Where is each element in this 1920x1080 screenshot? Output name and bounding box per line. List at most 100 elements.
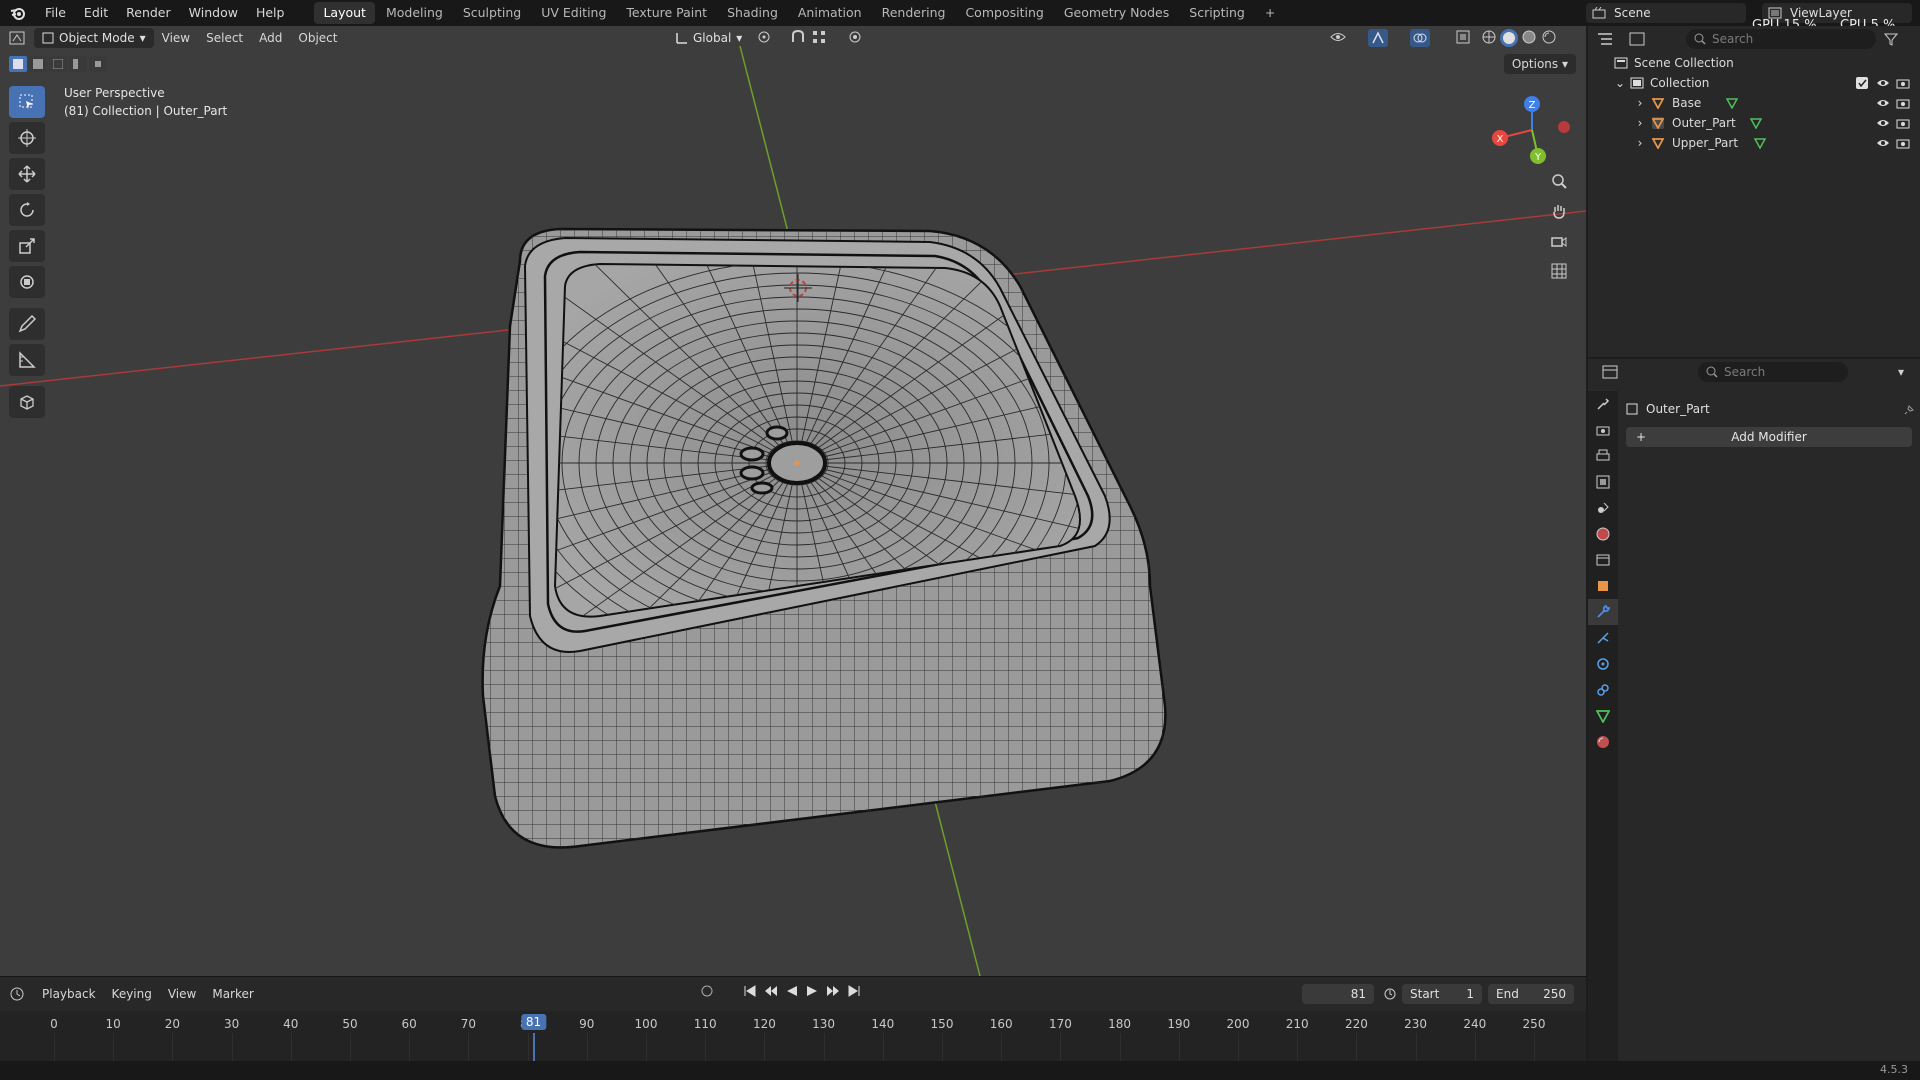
tab-modifiers[interactable] bbox=[1588, 599, 1618, 625]
tab-modeling[interactable]: Modeling bbox=[377, 2, 452, 24]
select-invert-icon[interactable] bbox=[69, 56, 87, 72]
eye-icon[interactable] bbox=[1876, 98, 1890, 108]
tab-uv-editing[interactable]: UV Editing bbox=[532, 2, 615, 24]
chevron-right-icon[interactable]: › bbox=[1634, 136, 1646, 150]
outliner-object-row[interactable]: › Base bbox=[1588, 93, 1920, 113]
menu-file[interactable]: File bbox=[36, 0, 75, 26]
snap-grid-icon[interactable] bbox=[812, 30, 826, 44]
tab-geometry-nodes[interactable]: Geometry Nodes bbox=[1055, 2, 1178, 24]
scene-collection-row[interactable]: Scene Collection bbox=[1588, 53, 1920, 73]
camera-render-icon[interactable] bbox=[1896, 117, 1910, 129]
tab-particles[interactable] bbox=[1588, 625, 1618, 651]
menu-playback[interactable]: Playback bbox=[34, 983, 104, 1005]
material-shading-icon[interactable] bbox=[1522, 30, 1536, 44]
play-icon[interactable] bbox=[806, 985, 818, 997]
overlays-toggle-icon[interactable] bbox=[1410, 29, 1430, 47]
menu-view[interactable]: View bbox=[154, 27, 198, 49]
eye-icon[interactable] bbox=[1876, 78, 1890, 88]
outer-part-mesh[interactable] bbox=[377, 163, 1217, 886]
menu-add[interactable]: Add bbox=[251, 27, 290, 49]
blender-logo-icon[interactable] bbox=[0, 0, 36, 26]
wireframe-shading-icon[interactable] bbox=[1482, 30, 1496, 44]
tab-tool[interactable] bbox=[1588, 391, 1618, 417]
play-reverse-icon[interactable] bbox=[786, 985, 798, 997]
tab-texture-paint[interactable]: Texture Paint bbox=[617, 2, 716, 24]
measure-tool[interactable] bbox=[9, 344, 45, 376]
visibility-selectability-icon[interactable] bbox=[1330, 30, 1346, 44]
mode-dropdown[interactable]: Object Mode ▾ bbox=[34, 28, 154, 48]
scene-selector[interactable]: Scene bbox=[1586, 3, 1746, 23]
tab-collection[interactable] bbox=[1588, 547, 1618, 573]
tab-world[interactable] bbox=[1588, 521, 1618, 547]
stopwatch-icon[interactable] bbox=[1383, 986, 1397, 1000]
camera-render-icon[interactable] bbox=[1896, 77, 1910, 89]
add-workspace-button[interactable]: + bbox=[1256, 2, 1284, 24]
tab-data[interactable] bbox=[1588, 703, 1618, 729]
menu-select[interactable]: Select bbox=[198, 27, 251, 49]
tab-rendering[interactable]: Rendering bbox=[873, 2, 955, 24]
menu-object[interactable]: Object bbox=[290, 27, 345, 49]
tab-sculpting[interactable]: Sculpting bbox=[454, 2, 530, 24]
tab-animation[interactable]: Animation bbox=[789, 2, 871, 24]
xray-toggle-icon[interactable] bbox=[1456, 30, 1470, 44]
menu-timeline-view[interactable]: View bbox=[160, 983, 204, 1005]
tab-view-layer[interactable] bbox=[1588, 469, 1618, 495]
playhead-frame-label[interactable]: 81 bbox=[520, 1014, 547, 1030]
next-keyframe-icon[interactable] bbox=[826, 985, 840, 997]
chevron-right-icon[interactable]: › bbox=[1634, 96, 1646, 110]
neg-x-axis-handle[interactable] bbox=[1558, 121, 1570, 133]
select-extend-icon[interactable] bbox=[29, 56, 47, 72]
start-frame-field[interactable]: Start 1 bbox=[1402, 984, 1482, 1004]
rendered-shading-icon[interactable] bbox=[1542, 30, 1556, 44]
editor-type-icon[interactable] bbox=[0, 27, 34, 49]
menu-marker[interactable]: Marker bbox=[204, 983, 261, 1005]
gizmo-toggle-icon[interactable] bbox=[1368, 29, 1388, 47]
transform-tool[interactable] bbox=[9, 266, 45, 298]
chevron-right-icon[interactable]: › bbox=[1634, 116, 1646, 130]
eye-icon[interactable] bbox=[1876, 138, 1890, 148]
tab-render[interactable] bbox=[1588, 417, 1618, 443]
snap-icon[interactable] bbox=[790, 30, 806, 44]
timeline-editor-type-icon[interactable] bbox=[0, 983, 34, 1005]
outliner-search-input[interactable]: Search bbox=[1686, 29, 1876, 49]
camera-render-icon[interactable] bbox=[1896, 137, 1910, 149]
options-dropdown[interactable]: Options ▾ bbox=[1503, 54, 1576, 74]
checkbox-icon[interactable] bbox=[1856, 77, 1868, 89]
pan-button[interactable] bbox=[1546, 198, 1572, 224]
annotate-tool[interactable] bbox=[9, 308, 45, 340]
select-box-tool[interactable] bbox=[9, 86, 45, 118]
menu-keying[interactable]: Keying bbox=[104, 983, 160, 1005]
proportional-edit-icon[interactable] bbox=[848, 30, 862, 44]
eye-icon[interactable] bbox=[1876, 118, 1890, 128]
add-modifier-button[interactable]: + Add Modifier bbox=[1626, 427, 1912, 447]
filter-icon[interactable] bbox=[1884, 32, 1898, 46]
tab-physics[interactable] bbox=[1588, 651, 1618, 677]
jump-start-icon[interactable] bbox=[744, 985, 756, 997]
move-tool[interactable] bbox=[9, 158, 45, 190]
perspective-toggle-button[interactable] bbox=[1546, 258, 1572, 284]
select-subtract-icon[interactable] bbox=[49, 56, 67, 72]
tab-output[interactable] bbox=[1588, 443, 1618, 469]
tab-layout[interactable]: Layout bbox=[314, 2, 375, 24]
outliner-object-row[interactable]: › Upper_Part bbox=[1588, 133, 1920, 153]
viewport-scene[interactable] bbox=[0, 26, 1586, 976]
camera-render-icon[interactable] bbox=[1896, 97, 1910, 109]
menu-window[interactable]: Window bbox=[180, 0, 247, 26]
cursor-tool[interactable] bbox=[9, 122, 45, 154]
tab-shading[interactable]: Shading bbox=[718, 2, 787, 24]
end-frame-field[interactable]: End 250 bbox=[1488, 984, 1574, 1004]
outliner-editor-type-icon[interactable] bbox=[1588, 32, 1622, 46]
add-cube-tool[interactable] bbox=[9, 386, 45, 418]
display-mode-icon[interactable] bbox=[1622, 32, 1652, 46]
scale-tool[interactable] bbox=[9, 230, 45, 262]
playhead-line[interactable] bbox=[532, 1033, 535, 1062]
current-frame-field[interactable]: 81 bbox=[1302, 984, 1374, 1004]
chevron-down-icon[interactable]: ⌄ bbox=[1614, 76, 1626, 90]
rotate-tool[interactable] bbox=[9, 194, 45, 226]
navigation-gizmo[interactable]: Z X Y bbox=[1480, 90, 1570, 180]
select-new-icon[interactable] bbox=[9, 56, 27, 72]
zoom-button[interactable] bbox=[1546, 168, 1572, 194]
solid-shading-icon[interactable] bbox=[1500, 29, 1518, 47]
camera-view-button[interactable] bbox=[1546, 228, 1572, 254]
3d-viewport[interactable]: Object Mode ▾ View Select Add Object Glo… bbox=[0, 26, 1586, 976]
